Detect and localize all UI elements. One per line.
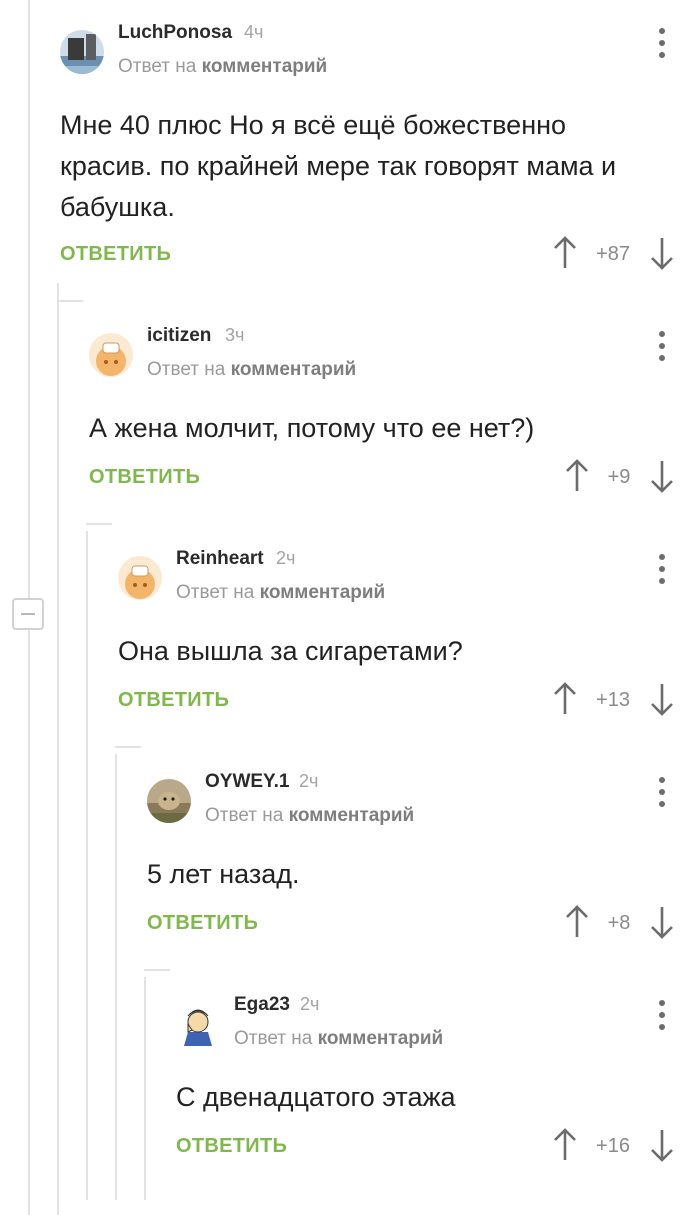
thread-line-level-3 xyxy=(115,754,117,1200)
comment-time: 2ч xyxy=(300,994,320,1014)
thread-branch xyxy=(115,746,141,748)
avatar[interactable] xyxy=(118,556,162,600)
avatar[interactable] xyxy=(60,30,104,74)
comment-text-line: Она вышла за сигаретами? xyxy=(118,636,463,666)
arrow-down-icon[interactable] xyxy=(650,459,674,493)
comment-text: С двенадцатого этажа xyxy=(176,1077,456,1118)
more-vertical-icon[interactable] xyxy=(652,552,672,586)
rating-value: +13 xyxy=(596,689,630,711)
reply-to-label: Ответ на комментарий xyxy=(234,1028,443,1050)
thread-line-level-1 xyxy=(57,283,59,1215)
arrow-down-icon[interactable] xyxy=(650,682,674,716)
reply-to-prefix: Ответ на xyxy=(176,582,255,603)
avatar[interactable] xyxy=(89,333,133,377)
comment-text: А жена молчит, потому что ее нет?) xyxy=(89,408,534,449)
more-vertical-icon[interactable] xyxy=(652,26,672,60)
reply-button[interactable]: ОТВЕТИТЬ xyxy=(147,912,258,935)
comment-time: 4ч xyxy=(244,22,264,42)
comment-text: 5 лет назад. xyxy=(147,854,300,895)
reply-to-link[interactable]: комментарий xyxy=(289,805,415,826)
reply-to-link[interactable]: комментарий xyxy=(260,582,386,603)
reply-button[interactable]: ОТВЕТИТЬ xyxy=(60,243,171,266)
rating-value: +87 xyxy=(596,243,630,265)
rating-value: +16 xyxy=(596,1135,630,1157)
reply-button[interactable]: ОТВЕТИТЬ xyxy=(176,1135,287,1158)
more-vertical-icon[interactable] xyxy=(652,329,672,363)
reply-to-prefix: Ответ на xyxy=(205,805,284,826)
comment-time: 2ч xyxy=(299,771,319,791)
reply-to-label: Ответ на комментарий xyxy=(205,805,414,827)
arrow-up-icon[interactable] xyxy=(565,905,589,939)
comment-time: 3ч xyxy=(225,325,245,345)
comment-text-line: красив. по крайней мере так говорят мама… xyxy=(60,151,617,181)
avatar[interactable] xyxy=(176,1002,220,1046)
arrow-down-icon[interactable] xyxy=(650,236,674,270)
reply-to-prefix: Ответ на xyxy=(147,359,226,380)
thread-line-level-4 xyxy=(144,977,146,1200)
comment-text: Мне 40 плюс Но я всё ещё божественно кра… xyxy=(60,105,616,228)
comment-text-line: С двенадцатого этажа xyxy=(176,1082,456,1112)
comment-text: Она вышла за сигаретами? xyxy=(118,631,463,672)
reply-to-prefix: Ответ на xyxy=(118,56,197,77)
username[interactable]: LuchPonosa xyxy=(118,22,232,44)
reply-button[interactable]: ОТВЕТИТЬ xyxy=(89,466,200,489)
comment-text-line: Мне 40 плюс Но я всё ещё божественно xyxy=(60,110,567,140)
reply-button[interactable]: ОТВЕТИТЬ xyxy=(118,689,229,712)
arrow-down-icon[interactable] xyxy=(650,905,674,939)
arrow-up-icon[interactable] xyxy=(553,682,577,716)
more-vertical-icon[interactable] xyxy=(652,998,672,1032)
username[interactable]: Reinheart xyxy=(176,548,264,570)
thread-branch xyxy=(57,300,83,302)
thread-line-level-2 xyxy=(86,531,88,1200)
username[interactable]: Ega23 xyxy=(234,994,290,1016)
reply-to-link[interactable]: комментарий xyxy=(318,1028,444,1049)
comment-text-line: А жена молчит, потому что ее нет?) xyxy=(89,413,535,443)
arrow-down-icon[interactable] xyxy=(650,1128,674,1162)
comment-text-line: бабушка. xyxy=(60,192,175,222)
comment-time: 2ч xyxy=(276,548,296,568)
rating-value: +9 xyxy=(607,466,631,488)
rating-value: +8 xyxy=(607,912,631,934)
comment-text-line: 5 лет назад. xyxy=(147,859,300,889)
reply-to-label: Ответ на комментарий xyxy=(118,56,327,78)
username[interactable]: OYWEY.1 xyxy=(205,771,289,793)
arrow-up-icon[interactable] xyxy=(553,236,577,270)
arrow-up-icon[interactable] xyxy=(565,459,589,493)
reply-to-label: Ответ на комментарий xyxy=(176,582,385,604)
arrow-up-icon[interactable] xyxy=(553,1128,577,1162)
more-vertical-icon[interactable] xyxy=(652,775,672,809)
avatar[interactable] xyxy=(147,779,191,823)
username[interactable]: icitizen xyxy=(147,325,211,347)
thread-branch xyxy=(86,523,112,525)
reply-to-prefix: Ответ на xyxy=(234,1028,313,1049)
reply-to-label: Ответ на комментарий xyxy=(147,359,356,381)
collapse-thread-button[interactable] xyxy=(12,598,44,630)
thread-branch xyxy=(144,969,170,971)
reply-to-link[interactable]: комментарий xyxy=(202,56,328,77)
reply-to-link[interactable]: комментарий xyxy=(231,359,357,380)
